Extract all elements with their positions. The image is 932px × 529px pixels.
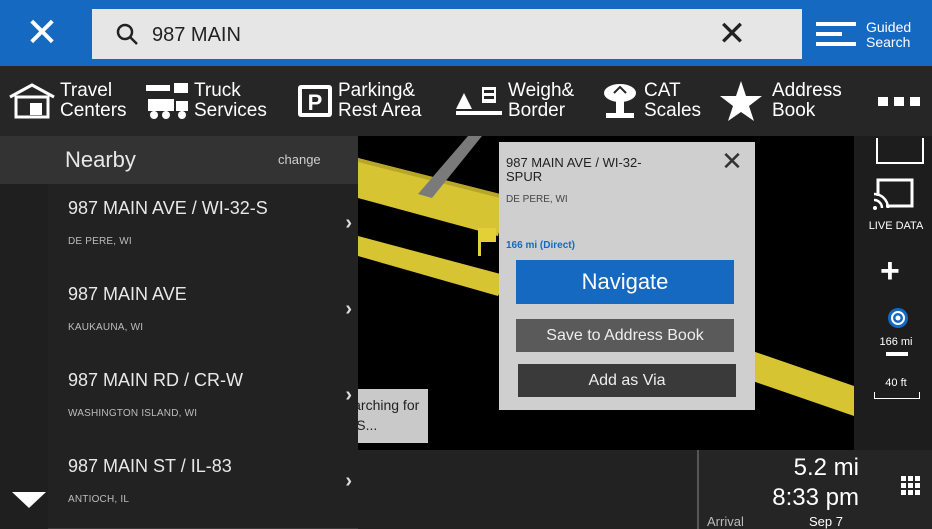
- add-as-via-button[interactable]: Add as Via: [518, 364, 736, 397]
- guided-search-button[interactable]: Guided Search: [808, 10, 926, 58]
- list-icon: [816, 22, 856, 46]
- exits-icon[interactable]: [876, 138, 924, 164]
- popup-distance: 166 mi (Direct): [506, 240, 575, 251]
- chevron-right-icon: ›: [345, 298, 352, 320]
- category-label: Parking& Rest Area: [338, 80, 422, 121]
- popup-subtitle: DE PERE, WI: [506, 194, 568, 205]
- result-title: 987 MAIN ST / IL-83: [68, 456, 232, 476]
- navigate-button[interactable]: Navigate: [516, 260, 734, 304]
- category-label: Address Book: [772, 80, 842, 121]
- nearby-title: Nearby: [65, 147, 136, 172]
- zoom-out-button[interactable]: [886, 352, 908, 356]
- zoom-level: 166 mi: [879, 336, 913, 348]
- location-popup: 987 MAIN AVE / WI-32-SPUR ✕ DE PERE, WI …: [499, 142, 755, 410]
- category-label: Weigh& Border: [508, 80, 575, 121]
- nearby-header: Nearby change: [0, 136, 358, 184]
- category-parking[interactable]: P Parking& Rest Area: [296, 66, 446, 136]
- category-truck-services[interactable]: Truck Services: [144, 66, 282, 136]
- category-address-book[interactable]: Address Book: [718, 66, 860, 136]
- search-icon: [116, 23, 138, 45]
- locate-icon[interactable]: [886, 306, 910, 330]
- destination-flag-icon: [480, 228, 496, 242]
- clear-icon[interactable]: ✕: [712, 9, 752, 59]
- result-title: 987 MAIN RD / CR-W: [68, 370, 244, 390]
- live-data-icon[interactable]: [872, 176, 916, 212]
- chevron-right-icon: ›: [345, 212, 352, 234]
- nearby-panel: Nearby change 987 MAIN AVE / WI-32-S DE …: [0, 136, 358, 529]
- scale-bar: [874, 392, 920, 399]
- search-box[interactable]: 987 MAIN ✕: [92, 9, 802, 59]
- result-item[interactable]: 987 MAIN AVE KAUKAUNA, WI ›: [48, 270, 358, 357]
- category-label: Truck Services: [194, 80, 267, 121]
- menu-grid-icon[interactable]: [901, 476, 921, 496]
- result-title: 987 MAIN AVE: [68, 284, 187, 304]
- category-weigh-border[interactable]: Weigh& Border: [454, 66, 588, 136]
- category-label: Travel Centers: [60, 80, 127, 121]
- result-item[interactable]: 987 MAIN AVE / WI-32-S DE PERE, WI ›: [48, 184, 358, 271]
- popup-title: 987 MAIN AVE / WI-32-SPUR: [506, 155, 642, 184]
- scale-label: 40 ft: [885, 377, 907, 389]
- more-button[interactable]: [876, 66, 926, 136]
- travel-center-icon: [9, 83, 55, 119]
- save-to-address-book-button[interactable]: Save to Address Book: [516, 319, 734, 352]
- scroll-down-icon[interactable]: [12, 492, 46, 508]
- arrival-date: Sep 7: [809, 514, 843, 529]
- cat-scales-icon: [604, 84, 636, 118]
- chevron-right-icon: ›: [345, 470, 352, 492]
- weigh-scale-icon: [456, 87, 502, 115]
- zoom-in-button[interactable]: +: [880, 254, 900, 288]
- guided-search-label: Guided Search: [866, 19, 912, 50]
- gps-status: Searching for GPS...: [358, 397, 420, 433]
- arrival-label: Arrival: [707, 514, 744, 529]
- result-subtitle: ANTIOCH, IL: [68, 494, 130, 505]
- trip-distance: 5.2 mi: [793, 454, 859, 481]
- gps-status-box: Searching for GPS...: [358, 389, 428, 443]
- result-item[interactable]: 987 MAIN RD / CR-W WASHINGTON ISLAND, WI…: [48, 356, 358, 443]
- category-travel-centers[interactable]: Travel Centers: [6, 66, 136, 136]
- arrival-time: 8:33 pm: [772, 484, 859, 511]
- result-subtitle: DE PERE, WI: [68, 236, 132, 247]
- category-label: CAT Scales: [644, 80, 702, 121]
- change-link[interactable]: change: [278, 136, 321, 184]
- popup-close-icon[interactable]: ✕: [717, 146, 747, 177]
- search-input[interactable]: 987 MAIN: [152, 9, 241, 61]
- top-bar: ✕ 987 MAIN ✕ Guided Search: [0, 0, 932, 66]
- result-subtitle: WASHINGTON ISLAND, WI: [68, 408, 198, 419]
- map-controls: LIVE DATA + 166 mi 40 ft: [854, 136, 932, 450]
- parking-icon: P: [298, 85, 332, 117]
- chevron-right-icon: ›: [345, 384, 352, 406]
- truck-services-icon: [146, 83, 188, 119]
- live-data-label: LIVE DATA: [868, 220, 924, 232]
- result-subtitle: KAUKAUNA, WI: [68, 322, 144, 333]
- result-item[interactable]: 987 MAIN ST / IL-83 ANTIOCH, IL ›: [48, 442, 358, 529]
- svg-text:P: P: [308, 90, 323, 115]
- star-icon: [720, 81, 762, 121]
- more-icon: [878, 97, 920, 106]
- result-title: 987 MAIN AVE / WI-32-S: [68, 198, 268, 218]
- trip-info[interactable]: 5.2 mi 8:33 pm Arrival Sep 7: [697, 450, 932, 529]
- list-scroll-strip[interactable]: [0, 184, 48, 529]
- category-bar: Travel Centers Truck Services P Parking&…: [0, 66, 932, 136]
- category-cat-scales[interactable]: CAT Scales: [600, 66, 712, 136]
- close-icon[interactable]: ✕: [0, 0, 84, 66]
